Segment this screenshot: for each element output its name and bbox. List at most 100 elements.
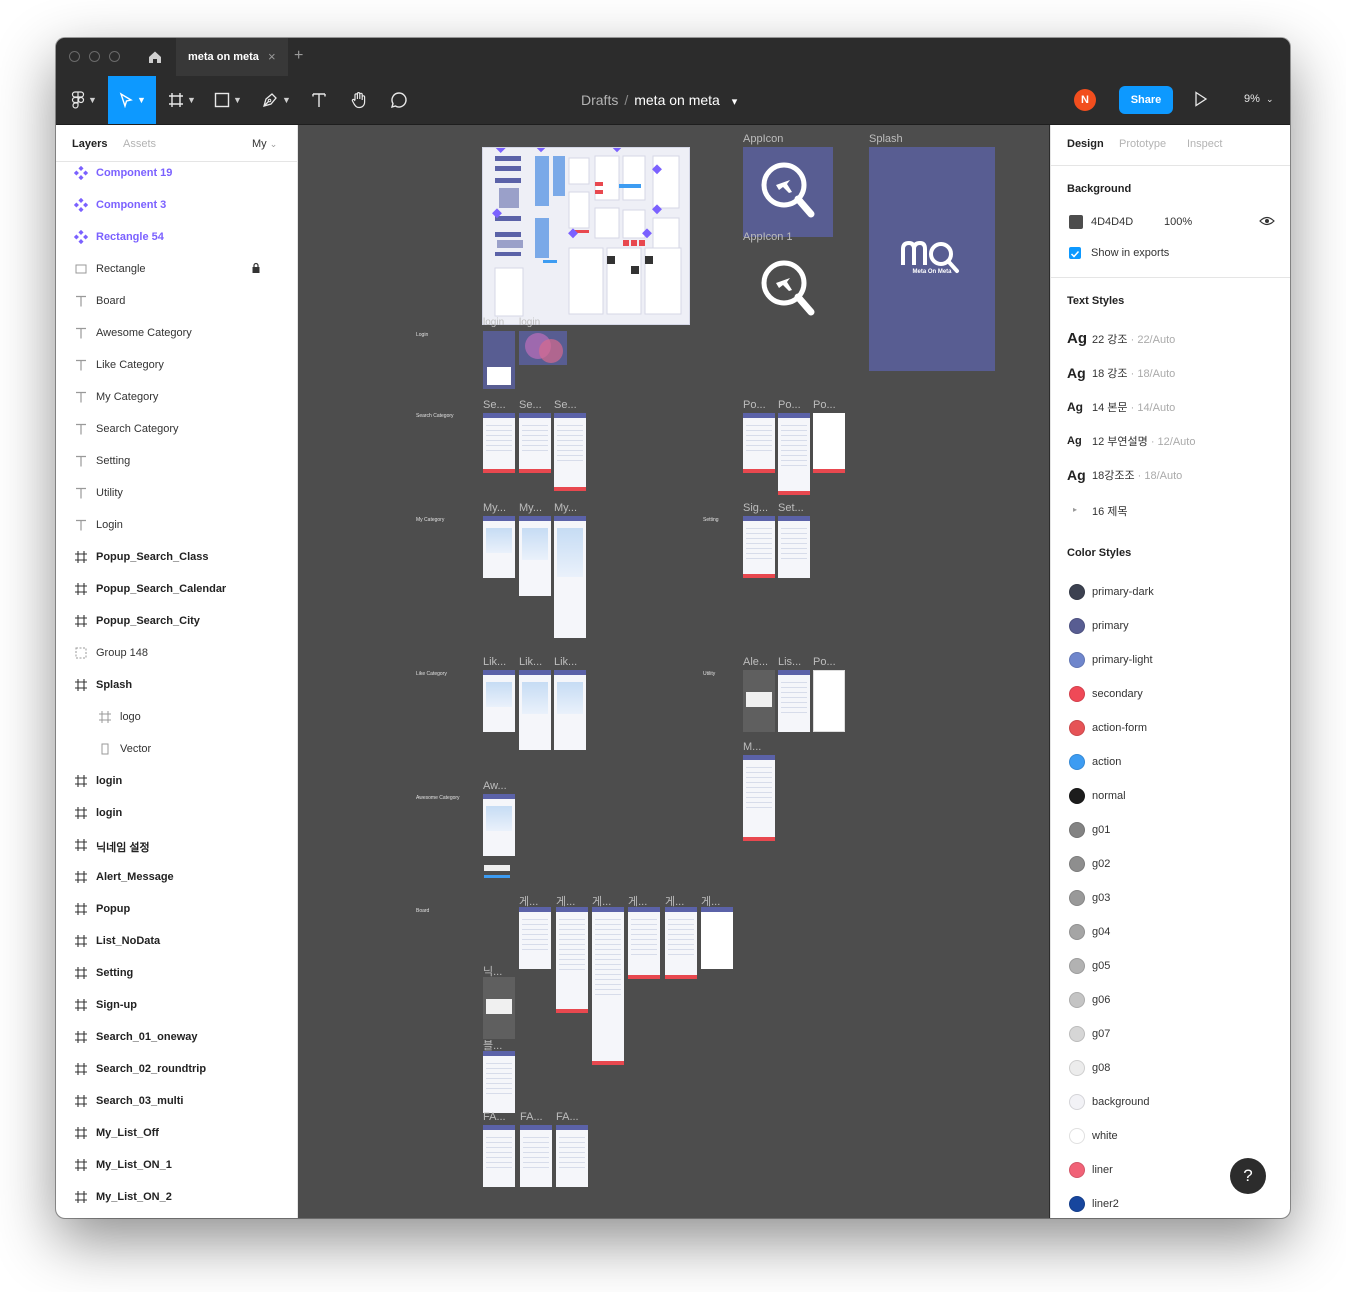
minimize-window-button[interactable] bbox=[89, 51, 100, 62]
appicon-1-frame[interactable] bbox=[743, 247, 833, 329]
layer-row[interactable]: My_List_ON_2 bbox=[56, 1181, 297, 1213]
move-tool[interactable]: ▼ bbox=[108, 76, 156, 124]
layer-row[interactable]: Setting bbox=[56, 445, 297, 477]
tab-prototype[interactable]: Prototype bbox=[1119, 138, 1166, 150]
lock-icon[interactable] bbox=[251, 262, 261, 277]
color-style-row[interactable]: liner2 bbox=[1067, 1193, 1277, 1217]
text-style-row[interactable]: Ag 18 강조 · 18/Auto bbox=[1067, 359, 1277, 383]
file-menu-chevron-icon[interactable]: ▾ bbox=[732, 96, 738, 108]
popup-search-city-frame[interactable] bbox=[813, 413, 845, 473]
search-frame-oneway[interactable] bbox=[483, 413, 515, 473]
layer-row[interactable]: My Category bbox=[56, 381, 297, 413]
background-swatch[interactable] bbox=[1069, 215, 1083, 229]
layer-row[interactable]: Popup_Search_City bbox=[56, 605, 297, 637]
layer-row[interactable]: Rectangle bbox=[56, 253, 297, 285]
layer-row[interactable]: Sign-up bbox=[56, 989, 297, 1021]
color-style-row[interactable]: g05 bbox=[1067, 955, 1277, 979]
new-tab-button[interactable]: + bbox=[294, 47, 303, 65]
text-style-group-label[interactable]: 16 제목 bbox=[1092, 503, 1128, 519]
like-frame-3[interactable] bbox=[554, 670, 586, 750]
layer-row[interactable]: logo bbox=[56, 701, 297, 733]
share-button[interactable]: Share bbox=[1119, 86, 1173, 114]
layer-row[interactable]: Search Category bbox=[56, 413, 297, 445]
text-style-row[interactable]: Ag 14 본문 · 14/Auto bbox=[1067, 393, 1277, 417]
frame-tool[interactable]: ▼ bbox=[162, 76, 202, 124]
home-icon[interactable] bbox=[146, 48, 164, 66]
layer-row[interactable]: Splash bbox=[56, 669, 297, 701]
file-tab[interactable]: meta on meta × bbox=[176, 38, 288, 76]
zoom-dropdown[interactable]: 9% ⌄ bbox=[1244, 93, 1274, 105]
present-play-icon[interactable] bbox=[1194, 91, 1208, 107]
layer-row[interactable]: Login bbox=[56, 509, 297, 541]
shape-tool[interactable]: ▼ bbox=[208, 76, 248, 124]
popup-frame[interactable] bbox=[813, 670, 845, 732]
avatar[interactable]: N bbox=[1074, 89, 1096, 111]
color-style-row[interactable]: g08 bbox=[1067, 1057, 1277, 1081]
faq-frame-3[interactable] bbox=[556, 1125, 588, 1187]
blog-frame[interactable] bbox=[483, 1051, 515, 1113]
layer-row[interactable]: My_List_Off bbox=[56, 1117, 297, 1149]
background-hex-input[interactable]: 4D4D4D bbox=[1091, 216, 1133, 228]
color-style-row[interactable]: g02 bbox=[1067, 853, 1277, 877]
text-style-row[interactable]: Ag 22 강조 · 22/Auto bbox=[1067, 325, 1277, 349]
search-frame-multi[interactable] bbox=[554, 413, 586, 491]
color-style-row[interactable]: g07 bbox=[1067, 1023, 1277, 1047]
color-style-row[interactable]: primary-light bbox=[1067, 649, 1277, 673]
pen-tool[interactable]: ▼ bbox=[254, 76, 298, 124]
color-style-row[interactable]: white bbox=[1067, 1125, 1277, 1149]
layer-row[interactable]: Popup_Search_Calendar bbox=[56, 573, 297, 605]
close-tab-icon[interactable]: × bbox=[268, 49, 276, 64]
layer-row[interactable]: Setting bbox=[56, 957, 297, 989]
my-list-off-frame[interactable] bbox=[483, 516, 515, 578]
login-frame-1[interactable] bbox=[483, 331, 515, 389]
my-list-on-1-frame[interactable] bbox=[519, 516, 551, 596]
color-style-row[interactable]: g06 bbox=[1067, 989, 1277, 1013]
main-menu-button[interactable]: ▼ bbox=[64, 76, 104, 124]
page-select[interactable]: My ⌄ bbox=[252, 138, 277, 150]
layer-row[interactable]: login bbox=[56, 765, 297, 797]
close-window-button[interactable] bbox=[69, 51, 80, 62]
tab-layers[interactable]: Layers bbox=[72, 138, 107, 150]
color-style-row[interactable]: g03 bbox=[1067, 887, 1277, 911]
layer-row[interactable]: List_NoData bbox=[56, 925, 297, 957]
login-frame-2[interactable] bbox=[519, 331, 567, 365]
popup-search-class-frame[interactable] bbox=[743, 413, 775, 473]
color-style-row[interactable]: primary bbox=[1067, 615, 1277, 639]
color-style-row[interactable]: action-form bbox=[1067, 717, 1277, 741]
color-style-row[interactable]: g04 bbox=[1067, 921, 1277, 945]
layer-row[interactable]: Rectangle 54 bbox=[56, 221, 297, 253]
tab-assets[interactable]: Assets bbox=[123, 138, 156, 150]
layer-row[interactable]: Group 148 bbox=[56, 637, 297, 669]
layer-row[interactable]: 닉네임 설정 bbox=[56, 829, 297, 861]
nickname-setting-frame[interactable] bbox=[483, 977, 515, 1039]
board-frame-1[interactable] bbox=[519, 907, 551, 969]
color-style-row[interactable]: background bbox=[1067, 1091, 1277, 1115]
awesome-tag-component[interactable] bbox=[484, 865, 510, 871]
help-button[interactable]: ? bbox=[1230, 1158, 1266, 1194]
layer-row[interactable]: Utility bbox=[56, 477, 297, 509]
layer-row[interactable]: Board bbox=[56, 285, 297, 317]
board-frame-2[interactable] bbox=[556, 907, 588, 1013]
sign-up-frame[interactable] bbox=[743, 516, 775, 578]
awesome-bar-component[interactable] bbox=[484, 875, 510, 878]
layer-row[interactable]: My_List_ON_1 bbox=[56, 1149, 297, 1181]
like-frame-1[interactable] bbox=[483, 670, 515, 732]
zoom-window-button[interactable] bbox=[109, 51, 120, 62]
board-frame-3[interactable] bbox=[592, 907, 624, 1065]
setting-frame[interactable] bbox=[778, 516, 810, 578]
text-style-row[interactable]: Ag 18강조조 · 18/Auto bbox=[1067, 461, 1277, 485]
like-frame-2[interactable] bbox=[519, 670, 551, 750]
layer-row[interactable]: Component 3 bbox=[56, 189, 297, 221]
layer-row[interactable]: Search_01_oneway bbox=[56, 1021, 297, 1053]
layer-row[interactable]: Popup_Search_Class bbox=[56, 541, 297, 573]
awesome-frame[interactable] bbox=[483, 794, 515, 856]
layer-row[interactable]: Popup bbox=[56, 893, 297, 925]
board-frame-4[interactable] bbox=[628, 907, 660, 979]
eye-icon[interactable] bbox=[1259, 215, 1275, 227]
faq-frame-1[interactable] bbox=[483, 1125, 515, 1187]
popup-search-calendar-frame[interactable] bbox=[778, 413, 810, 495]
tab-inspect[interactable]: Inspect bbox=[1187, 138, 1222, 150]
m-frame[interactable] bbox=[743, 755, 775, 841]
background-opacity-input[interactable]: 100% bbox=[1164, 216, 1192, 228]
show-in-exports-checkbox[interactable] bbox=[1069, 247, 1081, 259]
